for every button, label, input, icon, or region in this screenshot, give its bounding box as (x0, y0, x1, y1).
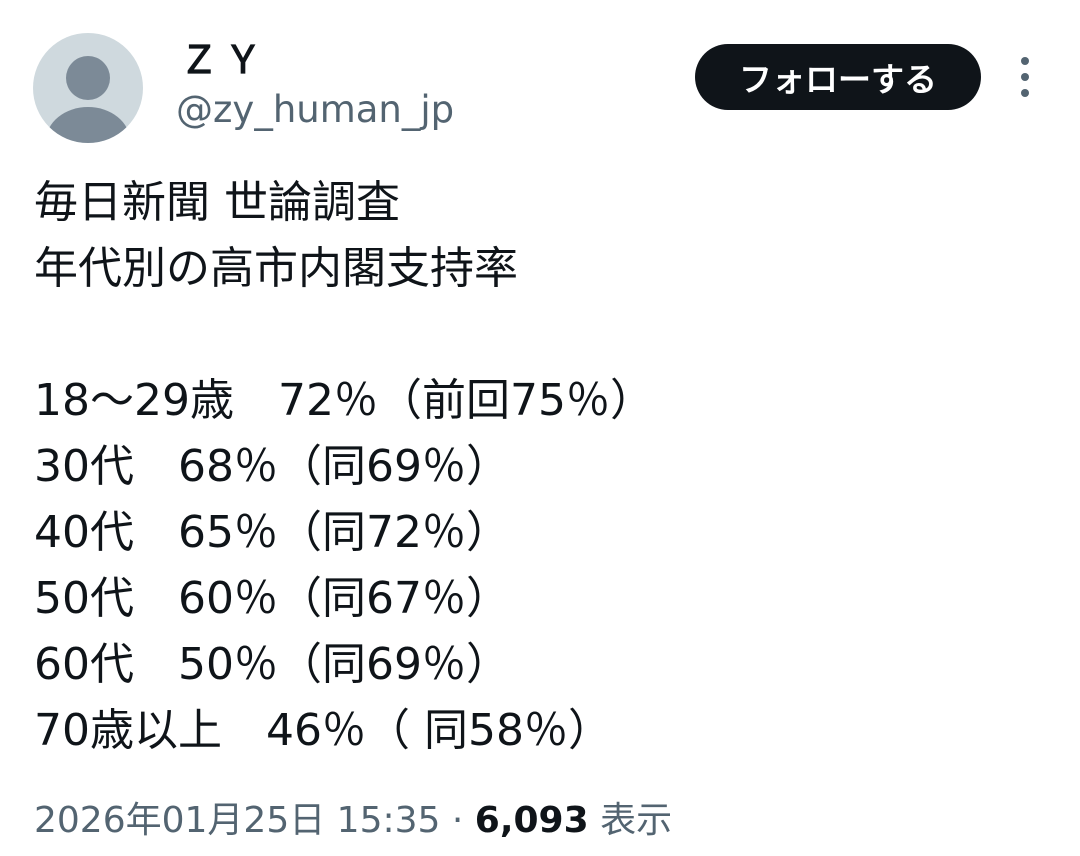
avatar[interactable] (33, 33, 143, 143)
tweet-timestamp[interactable]: 2026年01月25日 15:35 (34, 800, 440, 841)
tweet-line: 50代 60％（同67％） (34, 573, 510, 624)
tweet-line: 40代 65％（同72％） (34, 507, 510, 558)
tweet-text: 毎日新聞 世論調査 年代別の高市内閣支持率 18～29歳 72％（前回75％） … (34, 170, 1044, 764)
follow-button[interactable]: フォローする (695, 44, 981, 110)
tweet-line: 30代 68％（同69％） (34, 441, 510, 492)
views-label: 表示 (588, 800, 673, 841)
tweet-line: 70歳以上 46％（ 同58％） (34, 705, 612, 756)
more-vertical-icon (1021, 89, 1029, 97)
views-count[interactable]: 6,093 (475, 800, 589, 841)
user-handle[interactable]: @zy_human_jp (176, 88, 454, 132)
default-avatar-icon (46, 56, 130, 143)
more-options-button[interactable] (1008, 57, 1042, 97)
more-vertical-icon (1021, 73, 1029, 81)
tweet-line: 60代 50％（同69％） (34, 639, 510, 690)
tweet-line: 年代別の高市内閣支持率 (34, 243, 518, 294)
meta-separator: · (440, 800, 475, 841)
more-vertical-icon (1021, 57, 1029, 65)
display-name[interactable]: ＺＹ (180, 38, 268, 82)
tweet-line: 18～29歳 72％（前回75％） (34, 375, 654, 426)
tweet-line: 毎日新聞 世論調査 (34, 177, 400, 228)
tweet-meta: 2026年01月25日 15:35 · 6,093 表示 (34, 795, 672, 847)
tweet-line (34, 302, 1044, 368)
